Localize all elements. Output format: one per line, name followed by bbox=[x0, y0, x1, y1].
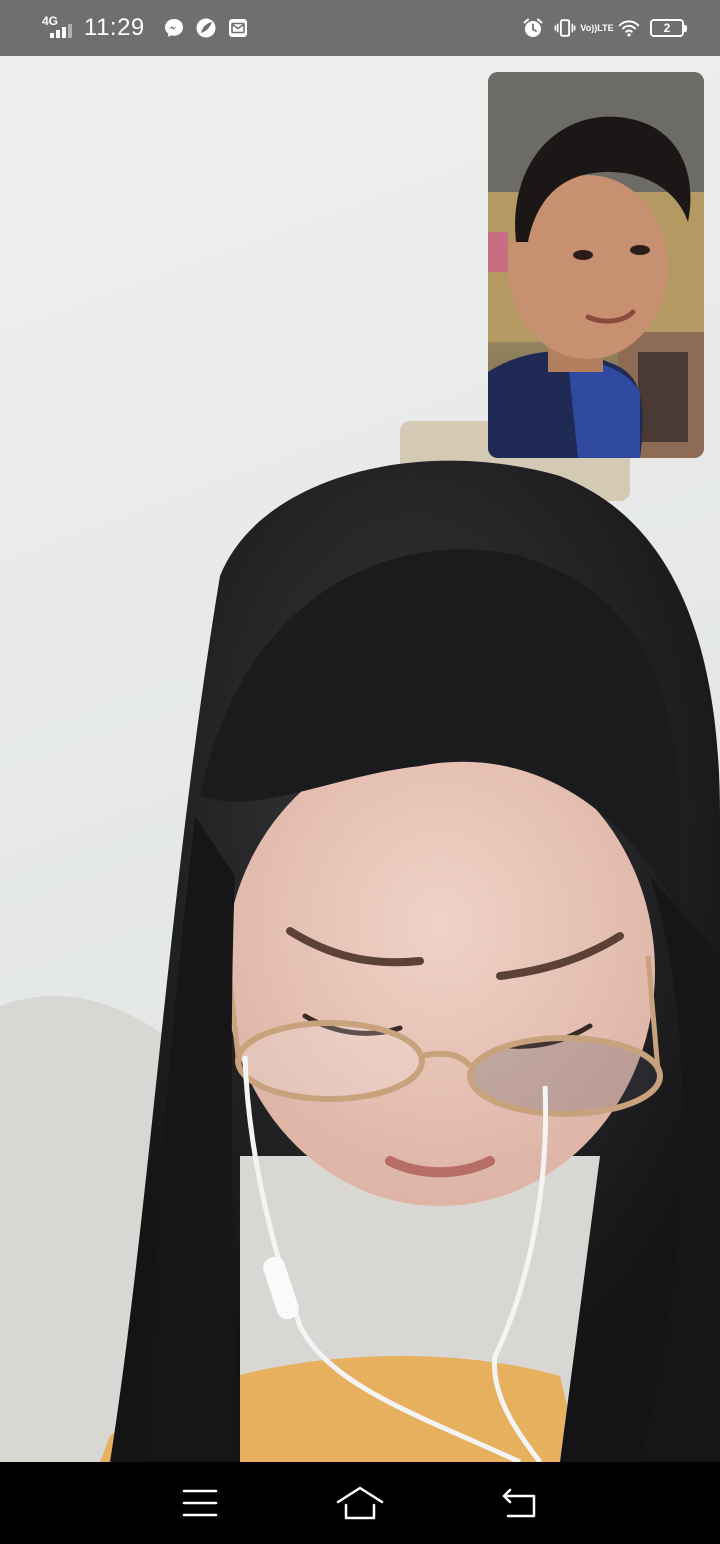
status-bar-right: Vo)) LTE 2 bbox=[522, 17, 687, 39]
self-preview-video[interactable] bbox=[488, 72, 704, 458]
vibrate-icon bbox=[554, 17, 576, 39]
status-time: 11:29 bbox=[84, 14, 145, 41]
self-preview-frame bbox=[488, 72, 704, 458]
battery-level: 2 bbox=[663, 21, 671, 35]
battery-icon: 2 bbox=[650, 19, 687, 37]
menu-icon[interactable] bbox=[170, 1473, 230, 1533]
volte-icon: Vo)) LTE bbox=[580, 22, 614, 33]
mail-icon bbox=[227, 17, 249, 39]
wifi-icon bbox=[618, 17, 640, 39]
back-icon[interactable] bbox=[490, 1473, 550, 1533]
alarm-icon bbox=[522, 17, 544, 39]
leaf-app-icon bbox=[195, 17, 217, 39]
navigation-bar bbox=[0, 1462, 720, 1544]
cellular-signal-icon: 4G bbox=[40, 14, 74, 40]
messenger-icon bbox=[163, 17, 185, 39]
status-bar: 4G 11:29 Vo)) LTE 2 bbox=[0, 0, 720, 56]
status-bar-left: 4G 11:29 bbox=[40, 14, 249, 42]
home-icon[interactable] bbox=[330, 1473, 390, 1533]
